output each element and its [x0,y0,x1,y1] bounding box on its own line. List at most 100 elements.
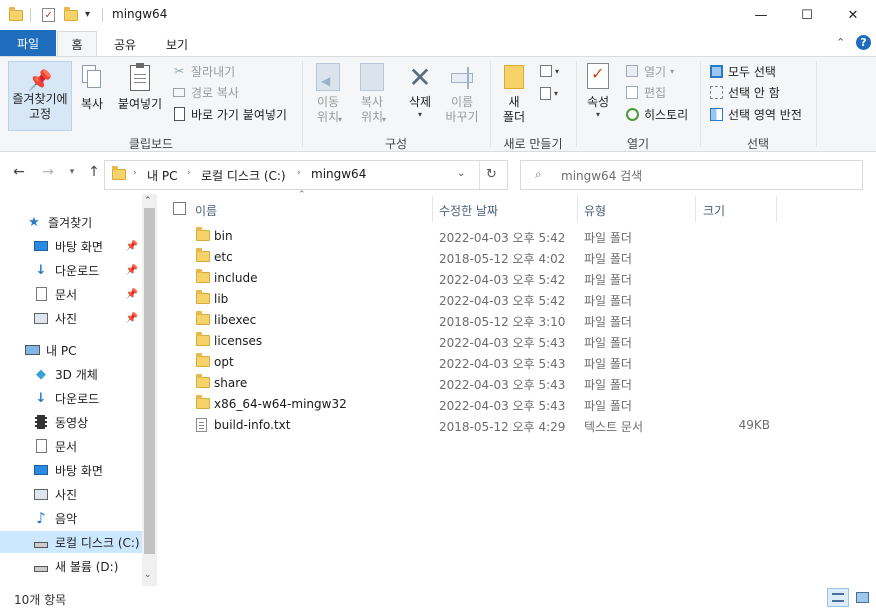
up-arrow-icon[interactable]: ↑ [84,162,104,182]
nav-desktop-quick[interactable]: 바탕 화면 📌 [0,235,142,257]
scroll-up-icon[interactable]: ⌃ [144,196,152,206]
edit-button[interactable]: 편집 [624,82,666,102]
column-divider[interactable] [695,196,696,222]
address-dropdown-icon[interactable]: ⌄ [457,168,465,179]
column-header-type[interactable]: 유형 [584,199,606,221]
paste-button[interactable]: 붙여넣기 [114,63,166,112]
delete-button[interactable]: ✕ 삭제 ▾ [400,63,440,120]
paste-shortcut-button[interactable]: 바로 가기 붙여넣기 [171,104,287,124]
table-row[interactable]: include 2022-04-03 오후 5:42 파일 폴더 [182,268,822,289]
breadcrumb-mingw64[interactable]: mingw64 [311,167,366,181]
new-folder-quick-icon[interactable] [63,6,79,23]
breadcrumb-chevron-icon[interactable]: › [187,168,191,178]
breadcrumb-chevron-icon[interactable]: › [297,168,301,178]
nav-downloads-quick[interactable]: ↓ 다운로드 📌 [0,259,142,281]
search-input[interactable]: mingw64 검색 [561,167,642,184]
nav-desktop[interactable]: 바탕 화면 [0,459,142,481]
ribbon-tab-bar: 파일 홈 공유 보기 ⌃ ? [0,30,876,57]
select-all-button[interactable]: 모두 선택 [708,61,776,81]
back-arrow-icon[interactable]: ← [9,162,29,182]
column-divider[interactable] [577,196,578,222]
nav-3d-objects[interactable]: ◆ 3D 개체 [0,363,142,385]
tab-file[interactable]: 파일 [0,30,56,56]
desktop-icon [33,238,49,254]
table-row[interactable]: libexec 2018-05-12 오후 3:10 파일 폴더 [182,310,822,331]
copy-button[interactable]: 복사 [76,65,108,112]
pin-icon: 📌 [27,68,53,92]
cube-icon: ◆ [36,366,46,382]
history-button[interactable]: 히스토리 [624,104,688,124]
easy-access-button[interactable]: ▾ [540,85,562,101]
table-row[interactable]: lib 2022-04-03 오후 5:42 파일 폴더 [182,289,822,310]
tab-share[interactable]: 공유 [100,32,150,56]
nav-documents-quick[interactable]: 문서 📌 [0,283,142,305]
new-item-icon [540,65,552,77]
column-header-size[interactable]: 크기 [703,199,725,221]
address-bar[interactable]: › 내 PC › 로컬 디스크 (C:) › mingw64 ⌄ ↻ [104,160,508,190]
file-name: lib [214,292,229,306]
column-header-date[interactable]: 수정한 날짜 [439,199,498,221]
copy-to-label-2: 위치 [360,110,384,124]
nav-music[interactable]: ♪ 음악 [0,507,142,529]
breadcrumb-chevron-icon[interactable]: › [133,168,137,178]
table-row[interactable]: opt 2022-04-03 오후 5:43 파일 폴더 [182,352,822,373]
rename-button[interactable]: 이름 바꾸기 [442,63,482,125]
nav-local-disk-c[interactable]: 로컬 디스크 (C:) [0,531,142,553]
select-none-button[interactable]: 선택 안 함 [708,82,780,102]
table-row[interactable]: share 2022-04-03 오후 5:43 파일 폴더 [182,373,822,394]
new-item-button[interactable]: ▾ [540,63,562,79]
refresh-icon[interactable]: ↻ [486,167,497,182]
breadcrumb-this-pc[interactable]: 내 PC [147,167,177,184]
large-icons-view-button[interactable] [851,588,873,607]
recent-locations-dropdown-icon[interactable]: ▾ [62,162,82,182]
file-type: 파일 폴더 [584,357,632,371]
nav-item-label: 바탕 화면 [55,239,103,254]
cut-button[interactable]: ✂ 잘라내기 [171,61,235,81]
column-header-name[interactable]: 이름 [195,199,217,221]
forward-arrow-icon[interactable]: → [38,162,58,182]
nav-documents[interactable]: 문서 [0,435,142,457]
column-divider[interactable] [432,196,433,222]
search-box[interactable]: ⌕ mingw64 검색 [520,160,863,190]
nav-new-volume-d[interactable]: 새 볼륨 (D:) [0,555,142,577]
table-row[interactable]: etc 2018-05-12 오후 4:02 파일 폴더 [182,247,822,268]
paste-shortcut-icon [171,106,187,122]
minimize-icon: — [754,7,768,23]
breadcrumb-local-disk[interactable]: 로컬 디스크 (C:) [201,167,286,184]
nav-scrollbar-thumb[interactable] [144,208,155,554]
pictures-icon [33,486,49,502]
new-folder-button[interactable]: 새 폴더 [496,65,532,125]
minimize-button[interactable]: — [738,0,784,30]
open-button[interactable]: 열기 ▾ [624,61,674,81]
nav-videos[interactable]: 동영상 [0,411,142,433]
nav-pictures-quick[interactable]: 사진 📌 [0,307,142,329]
folder-icon [196,353,210,367]
quick-access-dropdown-icon[interactable]: ▾ [85,9,90,20]
table-row[interactable]: build-info.txt 2018-05-12 오후 4:29 텍스트 문서… [182,415,822,436]
table-row[interactable]: x86_64-w64-mingw32 2022-04-03 오후 5:43 파일… [182,394,822,415]
nav-quick-access[interactable]: ★ 즐겨찾기 [0,211,142,233]
nav-pictures[interactable]: 사진 [0,483,142,505]
select-all-checkbox[interactable] [173,202,186,215]
nav-this-pc[interactable]: 내 PC [0,339,142,361]
details-view-button[interactable] [827,588,849,607]
column-divider[interactable] [776,196,777,222]
properties-button[interactable]: ✓ 속성 ▾ [580,63,616,119]
collapse-ribbon-icon[interactable]: ⌃ [836,36,845,49]
folder-icon [196,395,210,409]
properties-quick-icon[interactable]: ✓ [40,7,56,23]
table-row[interactable]: bin 2022-04-03 오후 5:42 파일 폴더 [182,226,822,247]
nav-downloads[interactable]: ↓ 다운로드 [0,387,142,409]
tab-home[interactable]: 홈 [57,31,97,57]
history-icon [624,106,640,122]
copy-path-button[interactable]: 경로 복사 [171,82,239,102]
invert-selection-button[interactable]: 선택 영역 반전 [708,104,802,124]
scroll-down-icon[interactable]: ⌄ [144,570,152,580]
copy-icon [82,65,102,89]
pin-to-quick-access-button[interactable]: 📌 즐겨찾기에 고정 [8,61,72,131]
help-icon[interactable]: ? [856,35,871,50]
tab-view[interactable]: 보기 [152,32,202,56]
maximize-button[interactable]: ☐ [784,0,830,30]
table-row[interactable]: licenses 2022-04-03 오후 5:43 파일 폴더 [182,331,822,352]
close-button[interactable]: ✕ [830,0,876,30]
